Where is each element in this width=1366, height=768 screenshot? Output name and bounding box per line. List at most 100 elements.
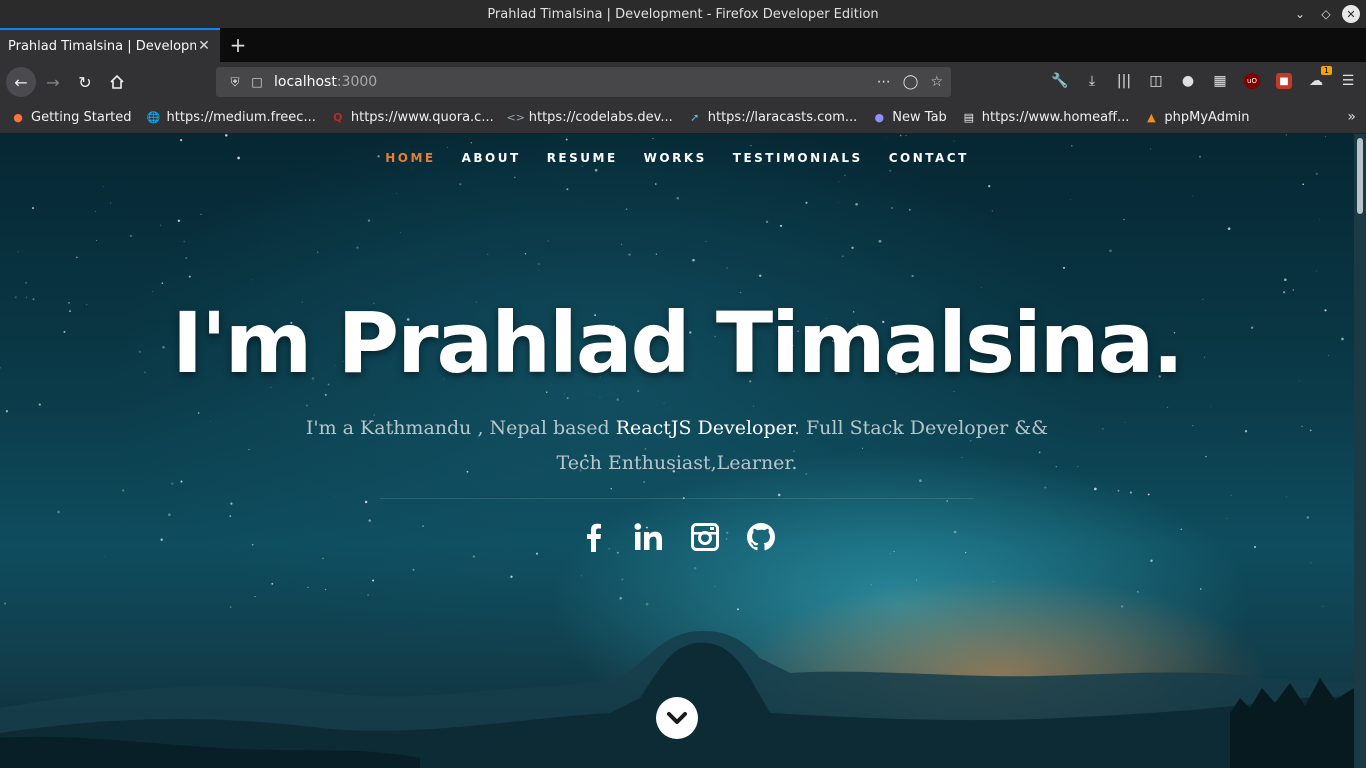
star [844,174,846,177]
bookmark-item[interactable]: ▲ phpMyAdmin [1143,110,1249,126]
star [188,275,191,278]
minimize-icon[interactable]: ⌄ [1290,4,1310,24]
tab-close-icon[interactable]: ✕ [196,38,212,54]
star [1094,487,1097,491]
back-button[interactable]: ← [6,67,36,97]
hamburger-menu-icon[interactable]: ☰ [1338,70,1358,92]
bookmark-item[interactable]: ▤ https://www.homeaff... [961,110,1130,126]
bookmark-item[interactable]: ● Getting Started [10,110,131,126]
star [1226,518,1228,519]
star [737,608,739,611]
star [1210,406,1212,408]
close-window-icon[interactable]: ✕ [1342,5,1360,23]
page-actions-icon[interactable]: ⋯ [877,74,891,90]
library-icon[interactable]: ||| [1114,70,1134,92]
code-icon: <> [506,111,525,124]
star [643,481,645,483]
tab-bar: Prahlad Timalsina | Developm ✕ + [0,28,1366,62]
star [180,480,183,483]
bookmark-star-icon[interactable]: ☆ [930,74,943,90]
star [1192,195,1194,197]
page-icon: ▤ [963,111,974,124]
sidebar-icon[interactable]: ◫ [1146,70,1166,92]
star [889,169,892,172]
star [692,258,695,262]
star [714,586,716,588]
star [1055,466,1057,468]
bookmark-label: https://medium.freec... [166,110,316,125]
forward-button[interactable]: → [38,67,68,97]
star [25,281,28,284]
nav-about[interactable]: ABOUT [462,151,521,165]
nav-home[interactable]: HOME [385,151,435,165]
star [367,594,369,596]
star [535,552,539,555]
star [1325,136,1327,137]
pocket-icon[interactable]: ◯ [903,74,919,90]
download-icon[interactable]: ⤓ [1082,70,1102,92]
star [537,263,540,265]
bookmark-item[interactable]: ● New Tab [871,110,946,126]
star [1301,425,1303,428]
star [965,551,967,554]
star [161,282,164,284]
shield-icon[interactable]: ⛨ [224,75,246,90]
tab-title: Prahlad Timalsina | Developm [8,38,196,54]
bookmark-item[interactable]: 🌐 https://medium.freec... [146,110,316,126]
extension-red-badge-icon: ■ [1276,73,1292,89]
bookmarks-overflow-icon[interactable]: » [1347,109,1356,125]
firefox-icon: ● [874,111,885,124]
star [31,207,35,210]
navigation-toolbar: ← → ↻ ⛨ □ localhost:3000 ⋯ ◯ ☆ 🔧 ⤓ ||| ◫… [0,62,1366,102]
extension-badge-icon[interactable]: ☁ 1 [1306,66,1332,92]
star [988,184,991,188]
nav-contact[interactable]: CONTACT [889,151,969,165]
star [159,224,162,226]
bookmark-item[interactable]: <> https://codelabs.dev... [506,110,673,126]
url-bar[interactable]: ⛨ □ localhost:3000 ⋯ ◯ ☆ [216,67,951,97]
tab-active[interactable]: Prahlad Timalsina | Developm ✕ [0,28,220,62]
nav-testimonials[interactable]: TESTIMONIALS [733,151,863,165]
page-info-icon[interactable]: □ [246,75,268,89]
nav-works[interactable]: WORKS [644,151,707,165]
extension-red-icon[interactable]: ■ [1274,70,1294,92]
account-icon[interactable]: ● [1178,70,1198,92]
star [367,219,371,222]
star [122,489,125,492]
star [752,405,754,407]
star [1306,516,1310,519]
bookmark-item[interactable]: Qhttps://www.quora.c... [330,110,494,126]
wrench-icon[interactable]: 🔧 [1050,70,1070,92]
home-button[interactable] [102,67,132,97]
ublock-icon[interactable]: uO [1242,70,1262,92]
reload-button[interactable]: ↻ [70,67,100,97]
star [878,239,882,243]
facebook-icon[interactable] [578,522,608,552]
nav-resume[interactable]: RESUME [547,151,618,165]
page-scrollbar[interactable] [1354,134,1366,768]
scrollbar-thumb[interactable] [1357,138,1363,214]
star [1309,429,1312,432]
new-tab-button[interactable]: + [220,28,256,62]
star [805,201,808,204]
url-actions: ⋯ ◯ ☆ [877,74,943,90]
star [870,584,872,586]
bookmark-item[interactable]: ➚ https://laracasts.com... [687,110,857,126]
ruler-icon[interactable]: ▦ [1210,70,1230,92]
star [1310,562,1312,564]
star [209,420,211,422]
scroll-down-button[interactable] [656,697,698,739]
instagram-icon[interactable] [690,522,720,552]
linkedin-icon[interactable] [634,522,664,552]
maximize-icon[interactable]: ◇ [1316,4,1336,24]
star [1322,605,1324,607]
star [399,232,401,233]
star [1129,491,1132,494]
star [230,502,233,505]
star [356,246,359,249]
star [1123,218,1125,221]
github-icon[interactable] [746,522,776,552]
star [360,592,362,594]
star [891,206,894,210]
star [841,255,844,257]
